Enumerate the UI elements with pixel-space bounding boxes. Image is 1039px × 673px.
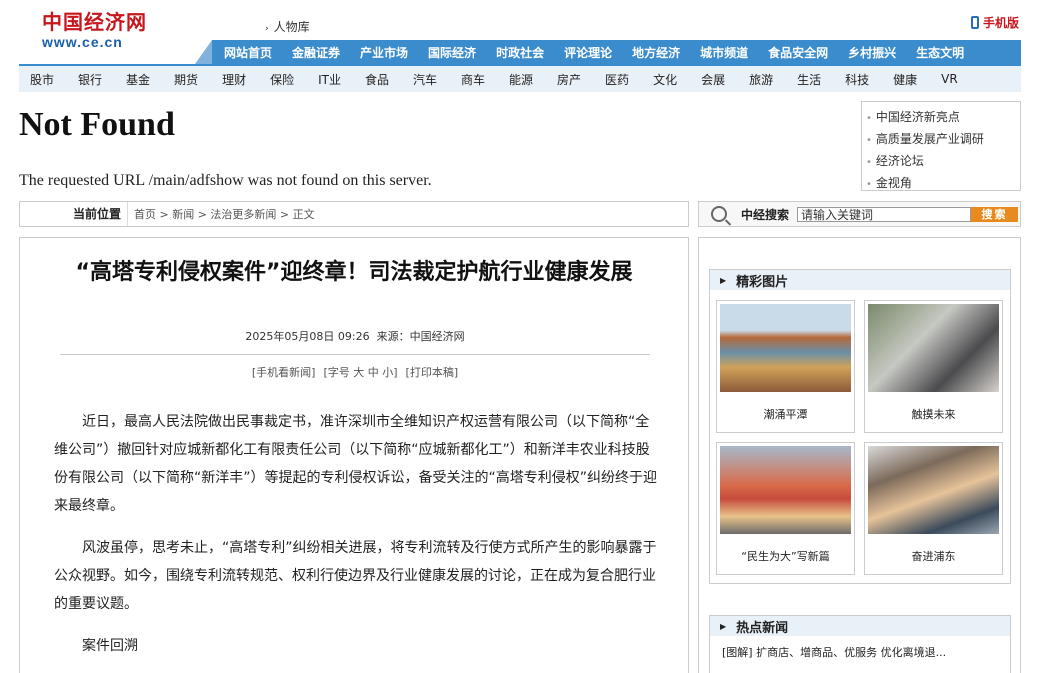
side-link-item[interactable]: 高质量发展产业调研 — [866, 129, 1020, 151]
picture-caption[interactable]: “民生为大”写新篇 — [720, 548, 851, 564]
secondary-nav-item[interactable]: 基金 — [126, 71, 150, 88]
secondary-nav-item[interactable]: 股市 — [30, 71, 54, 88]
picture-card[interactable]: “民生为大”写新篇 — [716, 442, 855, 575]
primary-nav-item[interactable]: 网站首页 — [224, 44, 272, 61]
secondary-nav-item[interactable]: VR — [941, 72, 958, 86]
article-tool-link[interactable]: [手机看新闻] — [252, 366, 316, 379]
picture-card[interactable]: 奋进浦东 — [864, 442, 1003, 575]
secondary-nav-item[interactable]: 旅游 — [749, 71, 773, 88]
secondary-nav-item[interactable]: 能源 — [509, 71, 533, 88]
primary-nav-item[interactable]: 生态文明 — [916, 44, 964, 61]
breadcrumb-path[interactable]: 首页 > 新闻 > 法治更多新闻 > 正文 — [128, 206, 315, 222]
picture-thumbnail[interactable] — [720, 446, 851, 534]
primary-nav: 网站首页 金融证券 产业市场 国际经济 时政社会 评论理论 地方经济 城市频道 食品安全网 乡村振… — [212, 40, 1021, 64]
primary-nav-item[interactable]: 食品安全网 — [768, 44, 828, 61]
secondary-nav-item[interactable]: 理财 — [222, 71, 246, 88]
secondary-nav-item[interactable]: 健康 — [893, 71, 917, 88]
article-tool-link[interactable]: [字号 大 中 小] — [323, 366, 397, 379]
primary-nav-item[interactable]: 地方经济 — [632, 44, 680, 61]
search-bar: 中经搜索 搜索 — [698, 201, 1021, 227]
article-title: “高塔专利侵权案件”迎终章！司法裁定护航行业健康发展 — [75, 260, 633, 285]
secondary-nav-item[interactable]: 生活 — [797, 71, 821, 88]
side-link-item[interactable]: 经济论坛 — [866, 151, 1020, 173]
secondary-nav-item[interactable]: 食品 — [365, 71, 389, 88]
article-meta: 2025年05月08日 09:26 来源：中国经济网 — [20, 328, 690, 344]
breadcrumb: 当前位置 首页 > 新闻 > 法治更多新闻 > 正文 — [19, 201, 689, 227]
picture-thumbnail[interactable] — [868, 446, 999, 534]
secondary-nav-item[interactable]: 商车 — [461, 71, 485, 88]
secondary-nav-item[interactable]: 汽车 — [413, 71, 437, 88]
article-source: 来源：中国经济网 — [376, 330, 465, 343]
picture-card[interactable]: 触摸未来 — [864, 300, 1003, 433]
hot-news-box: ▶ 热点新闻 [图解] 扩商店、增商品、优服务 优化离境退... — [709, 615, 1011, 673]
picture-card[interactable]: 潮涌平潭 — [716, 300, 855, 433]
nav-decoration — [195, 40, 212, 64]
article-paragraph: 风波虽停，思考未止，“高塔专利”纠纷相关进展，将专利流转及行使方式所产生的影响暴… — [54, 540, 657, 612]
secondary-nav-item[interactable]: 医药 — [605, 71, 629, 88]
primary-nav-item[interactable]: 城市频道 — [700, 44, 748, 61]
people-library-link[interactable]: › 人物库 — [265, 18, 310, 35]
search-button[interactable]: 搜索 — [971, 206, 1019, 222]
primary-nav-item[interactable]: 金融证券 — [292, 44, 340, 61]
secondary-nav-item[interactable]: 期货 — [174, 71, 198, 88]
article-paragraph: 案件回溯 — [82, 638, 138, 654]
secondary-nav-item[interactable]: IT业 — [318, 71, 341, 88]
picture-grid: 潮涌平潭 触摸未来 “民生为大”写新篇 奋进浦东 — [710, 290, 1010, 585]
article-body: 近日，最高人民法院做出民事裁定书，准许深圳市全维知识产权运营有限公司（以下简称“… — [54, 408, 658, 673]
featured-pictures-box: ▶ 精彩图片 潮涌平潭 触摸未来 “民生为大”写新篇 奋进浦东 — [709, 269, 1011, 584]
hot-news-list: [图解] 扩商店、增商品、优服务 优化离境退... — [710, 636, 1010, 660]
secondary-nav-item[interactable]: 银行 — [78, 71, 102, 88]
breadcrumb-label: 当前位置 — [20, 202, 128, 226]
primary-nav-item[interactable]: 产业市场 — [360, 44, 408, 61]
side-link-item[interactable]: 金视角 — [866, 173, 1020, 195]
secondary-nav-item[interactable]: 保险 — [270, 71, 294, 88]
site-logo[interactable]: 中国经济网 www.ce.cn — [42, 10, 192, 56]
search-icon — [711, 206, 727, 222]
article-date: 2025年05月08日 09:26 — [245, 330, 370, 343]
divider — [60, 354, 650, 355]
primary-nav-item[interactable]: 国际经济 — [428, 44, 476, 61]
arrow-right-icon: › — [265, 24, 269, 34]
right-column: ▶ 精彩图片 潮涌平潭 触摸未来 “民生为大”写新篇 奋进浦东 ▶ 热点新闻 [图解]… — [698, 237, 1021, 673]
triangle-right-icon: ▶ — [720, 275, 727, 285]
not-found-title: Not Found — [19, 106, 175, 143]
secondary-nav: 股市 银行 基金 期货 理财 保险 IT业 食品 汽车 商车 能源 房产 医药 文化 会展 旅游 生活 科技 健康 V… — [19, 64, 1021, 92]
mobile-version-link[interactable]: 手机版 — [970, 14, 1019, 31]
secondary-nav-item[interactable]: 会展 — [701, 71, 725, 88]
hot-news-item[interactable]: [图解] 扩商店、增商品、优服务 优化离境退... — [710, 636, 1010, 660]
not-found-message: The requested URL /main/adfshow was not … — [19, 172, 432, 188]
hot-news-header: ▶ 热点新闻 — [710, 616, 1010, 636]
side-links-box: 中国经济新亮点高质量发展产业调研经济论坛金视角 — [861, 101, 1021, 191]
picture-caption[interactable]: 奋进浦东 — [868, 548, 999, 564]
search-label: 中经搜索 — [741, 207, 790, 222]
picture-thumbnail[interactable] — [720, 304, 851, 392]
secondary-nav-item[interactable]: 房产 — [557, 71, 581, 88]
secondary-nav-item[interactable]: 科技 — [845, 71, 869, 88]
picture-thumbnail[interactable] — [868, 304, 999, 392]
featured-pictures-header: ▶ 精彩图片 — [710, 270, 1010, 290]
phone-icon — [970, 16, 979, 29]
article-tools: [手机看新闻] [字号 大 中 小] [打印本稿] — [20, 364, 690, 380]
article-panel: “高塔专利侵权案件”迎终章！司法裁定护航行业健康发展 2025年05月08日 0… — [19, 237, 689, 673]
logo-url-text: www.ce.cn — [42, 34, 123, 50]
picture-caption[interactable]: 潮涌平潭 — [720, 406, 851, 422]
side-link-item[interactable]: 中国经济新亮点 — [866, 107, 1020, 129]
triangle-right-icon: ▶ — [720, 621, 727, 631]
picture-caption[interactable]: 触摸未来 — [868, 406, 999, 422]
secondary-nav-item[interactable]: 文化 — [653, 71, 677, 88]
article-tool-link[interactable]: [打印本稿] — [406, 366, 459, 379]
primary-nav-item[interactable]: 乡村振兴 — [848, 44, 896, 61]
logo-cn-text: 中国经济网 — [42, 10, 147, 34]
search-input[interactable] — [797, 206, 972, 222]
primary-nav-item[interactable]: 评论理论 — [564, 44, 612, 61]
primary-nav-item[interactable]: 时政社会 — [496, 44, 544, 61]
article-paragraph: 近日，最高人民法院做出民事裁定书，准许深圳市全维知识产权运营有限公司（以下简称“… — [54, 414, 658, 514]
